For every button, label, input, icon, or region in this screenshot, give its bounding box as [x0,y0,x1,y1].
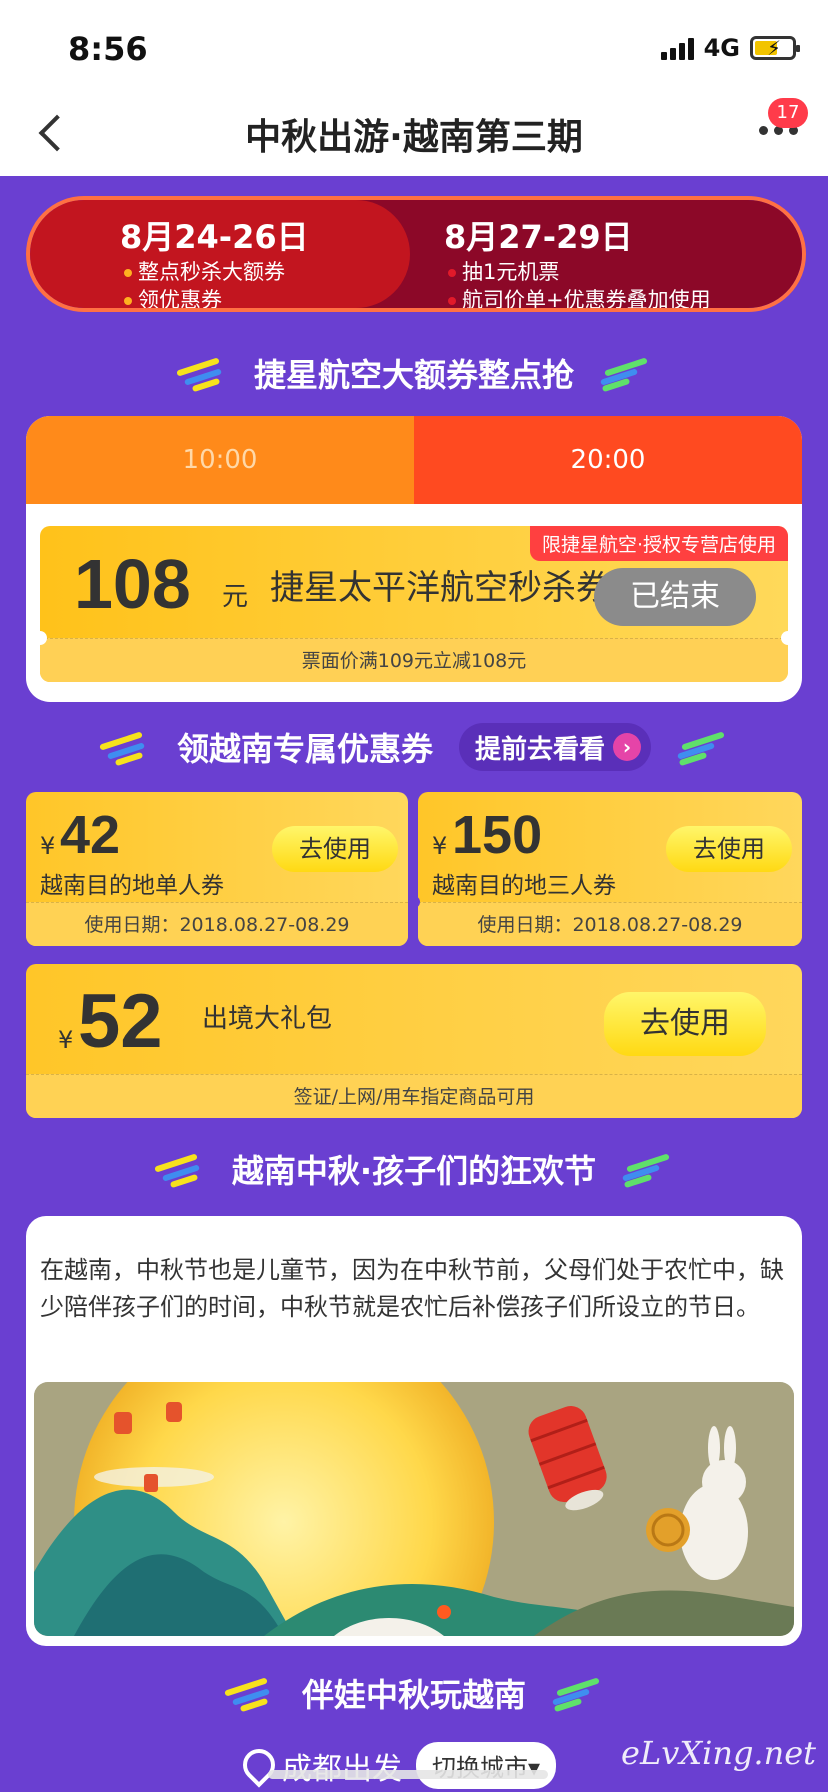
coupon-amount: 42 [60,805,121,865]
coupon-condition: 签证/上网/用车指定商品可用 [26,1074,802,1118]
coupon-date: 使用日期：2018.08.27-08.29 [418,902,802,946]
coupon-name: 越南目的地三人券 [432,873,616,899]
status-bar: 8:56 4G ⚡ [0,0,828,90]
chevron-right-icon: › [613,733,642,761]
story-text: 在越南，中秋节也是儿童节，因为在中秋节前，父母们处于农忙中，缺少陪伴孩子们的时间… [40,1256,784,1321]
decoration-icon [224,1677,276,1713]
decoration-icon [99,731,151,767]
currency-symbol: ¥ [58,1026,74,1054]
coupon-amount: 150 [452,805,543,865]
gift-pack-coupon: ¥ 52 出境大礼包 去使用 签证/上网/用车指定商品可用 [26,964,802,1118]
section-title: 领越南专属优惠券 [176,730,433,768]
decoration-icon [622,1153,674,1189]
location-pin-icon [242,1749,268,1783]
section-header-coupons: 领越南专属优惠券 提前去看看 › [0,722,828,772]
decoration-icon [600,357,652,393]
section-header-flash: 捷星航空大额券整点抢 [0,348,828,398]
decoration-icon [552,1677,604,1713]
status-time: 8:56 [68,30,148,68]
section-header-family: 伴娃中秋玩越南 [0,1668,828,1718]
phase-1-item: 整点秒杀大额券 [120,258,410,286]
coupon-date: 使用日期：2018.08.27-08.29 [26,902,408,946]
watermark: eLvXing.net [621,1734,816,1772]
signal-icon [660,36,694,60]
phase-1-item: 领优惠券 [120,286,410,308]
coupon-notch [781,631,795,645]
notification-badge: 17 [768,98,808,128]
coupon-name: 出境大礼包 [202,1004,333,1034]
tab-10-00[interactable]: 10:00 [26,416,414,504]
page-title: 中秋出游·越南第三期 [245,117,583,158]
story-card: 在越南，中秋节也是儿童节，因为在中秋节前，父母们处于农忙中，缺少陪伴孩子们的时间… [26,1216,802,1646]
phase-2-item: 抽1元机票 [444,258,802,286]
preview-button[interactable]: 提前去看看 › [459,723,652,771]
switch-city-button[interactable]: 切换城市▾ [416,1742,557,1789]
coupon-amount: 108 [74,545,191,623]
section-title: 越南中秋·孩子们的狂欢节 [231,1152,597,1190]
time-tabs: 10:00 20:00 [26,416,802,504]
section-title: 捷星航空大额券整点抢 [253,356,574,394]
coupon-name: 越南目的地单人券 [40,873,224,899]
decoration-icon [154,1153,206,1189]
departure-city-row: 成都出发 切换城市▾ [242,1742,557,1789]
departure-city: 成都出发 [282,1751,402,1787]
decoration-icon [677,731,729,767]
coupon-single: ¥ 42 越南目的地单人券 去使用 使用日期：2018.08.27-08.29 [26,792,408,946]
phase-2-item: 航司价单+优惠券叠加使用 [444,286,802,308]
battery-icon: ⚡ [750,36,800,60]
phase-banner: 8月24-26日 整点秒杀大额券 领优惠券 8月27-29日 抽1元机票 航司价… [26,196,806,312]
coupon-triple: ¥ 150 越南目的地三人券 去使用 使用日期：2018.08.27-08.29 [418,792,802,946]
section-title: 伴娃中秋玩越南 [301,1676,526,1714]
mid-autumn-illustration [34,1382,794,1636]
decoration-icon [176,357,228,393]
flash-coupon: 108 元 捷星太平洋航空秒杀券 限捷星航空·授权专营店使用 已结束 票面价满1… [33,526,795,682]
coupon-amount: 52 [78,979,163,1064]
phase-2-date: 8月27-29日 [444,218,633,256]
coupon-notch [408,896,420,908]
coupon-notch [33,631,47,645]
use-coupon-button[interactable]: 去使用 [666,826,792,872]
home-indicator[interactable] [268,1770,548,1779]
phase-1-date: 8月24-26日 [120,218,309,256]
flash-sale-card: 10:00 20:00 108 元 捷星太平洋航空秒杀券 限捷星航空·授权专营店… [26,416,802,702]
coupon-condition: 票面价满109元立减108元 [40,638,788,682]
preview-button-label: 提前去看看 [475,734,606,765]
phase-2[interactable]: 8月27-29日 抽1元机票 航司价单+优惠券叠加使用 [350,200,802,308]
network-label: 4G [703,34,740,62]
coupon-restriction-tag: 限捷星航空·授权专营店使用 [529,526,788,561]
nav-bar: 中秋出游·越南第三期 17 [0,90,828,176]
tab-20-00[interactable]: 20:00 [414,416,802,504]
currency-symbol: ¥ [40,832,56,860]
use-coupon-button[interactable]: 去使用 [272,826,398,872]
currency-symbol: ¥ [432,832,448,860]
phase-1[interactable]: 8月24-26日 整点秒杀大额券 领优惠券 [30,200,410,308]
use-coupon-button[interactable]: 去使用 [604,992,766,1056]
coupon-ended-button[interactable]: 已结束 [594,568,756,626]
coupon-name: 捷星太平洋航空秒杀券 [270,568,610,608]
coupon-unit: 元 [222,582,249,612]
section-header-festival: 越南中秋·孩子们的狂欢节 [0,1144,828,1194]
status-indicators: 4G ⚡ [660,34,800,62]
